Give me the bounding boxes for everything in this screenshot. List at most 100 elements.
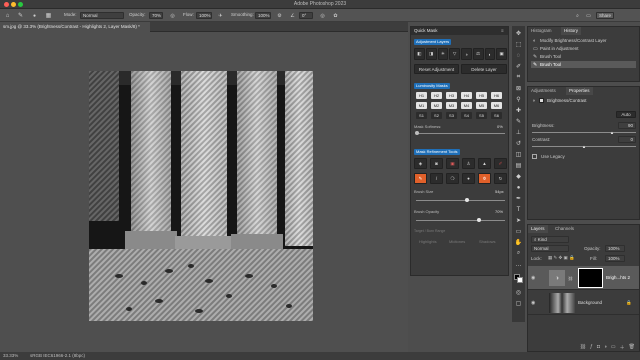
layer-row-background[interactable]: ◉ Background 🔒 bbox=[528, 291, 639, 315]
new-adjustment-icon[interactable]: ◑ bbox=[604, 344, 607, 352]
layer-opacity-input[interactable]: 100% bbox=[605, 245, 625, 252]
range-midtones[interactable]: Midtones bbox=[449, 239, 465, 244]
mask-softness-knob[interactable] bbox=[415, 131, 419, 135]
pencil-icon[interactable]: / bbox=[430, 173, 443, 184]
type-tool-icon[interactable]: T bbox=[514, 205, 523, 214]
invert-icon[interactable]: ▲ bbox=[478, 158, 491, 169]
eyedropper-tool-icon[interactable]: ⚲ bbox=[514, 95, 523, 104]
reset-adjustment-button[interactable]: Reset Adjustment bbox=[414, 64, 459, 74]
camera-icon[interactable]: ◙ bbox=[430, 158, 443, 169]
symmetry-icon[interactable]: ✿ bbox=[331, 11, 340, 20]
mask-h3-button[interactable]: H3 bbox=[446, 92, 457, 99]
move-tool-icon[interactable]: ✥ bbox=[514, 29, 523, 38]
frame-tool-icon[interactable]: ⊠ bbox=[514, 84, 523, 93]
shape-tool-icon[interactable]: ▭ bbox=[514, 227, 523, 236]
mask-s4-button[interactable]: S4 bbox=[461, 112, 472, 119]
document-tab[interactable]: sm.jpg @ 33.3% (Brightness/Contrast - Hi… bbox=[0, 22, 150, 32]
search-icon[interactable]: ⌕ bbox=[573, 11, 582, 20]
vibrance-icon[interactable]: ▽ bbox=[449, 48, 460, 60]
mode-select[interactable]: Normal bbox=[80, 11, 124, 19]
tab-channels[interactable]: Channels bbox=[552, 225, 577, 233]
hue-saturation-icon[interactable]: ◑ bbox=[461, 48, 472, 60]
layer-blend-mode[interactable]: Normal bbox=[531, 245, 569, 252]
clone-stamp-tool-icon[interactable]: ⊥ bbox=[514, 128, 523, 137]
background-color-swatch[interactable] bbox=[517, 277, 523, 283]
use-legacy-checkbox[interactable] bbox=[532, 154, 537, 159]
brightness-icon[interactable]: ☀ bbox=[437, 48, 449, 60]
brush-opacity-knob[interactable] bbox=[477, 218, 481, 222]
brush-size-slider[interactable] bbox=[416, 200, 505, 201]
share-button[interactable]: Share bbox=[596, 11, 614, 19]
brush-size-icon[interactable]: ● bbox=[30, 11, 39, 20]
quick-mask-mode-icon[interactable]: ◎ bbox=[514, 288, 523, 297]
brush-mode-icon[interactable]: ✎ bbox=[414, 173, 427, 184]
person-icon[interactable]: ♙ bbox=[462, 158, 475, 169]
auto-button[interactable]: Auto bbox=[616, 111, 636, 118]
tab-layers[interactable]: Layers bbox=[528, 225, 548, 233]
history-item[interactable]: Modify Brightness/Contrast Layer bbox=[531, 37, 636, 44]
brush-tool-icon[interactable]: ✎ bbox=[514, 117, 523, 126]
photo-filter-icon[interactable]: ▣ bbox=[496, 48, 507, 60]
brush-opacity-slider[interactable] bbox=[416, 220, 505, 221]
mask-s5-button[interactable]: S5 bbox=[476, 112, 487, 119]
history-item[interactable]: Paint in Adjustment bbox=[531, 45, 636, 52]
lock-icons[interactable]: ▦ ✎ ✥ ▣ 🔒 bbox=[548, 255, 575, 261]
brush-size-knob[interactable] bbox=[465, 198, 469, 202]
speech-icon[interactable]: ❍ bbox=[446, 173, 459, 184]
layer-name[interactable]: Background bbox=[578, 300, 602, 305]
mask-softness-slider[interactable] bbox=[416, 133, 505, 134]
home-icon[interactable]: ⌂ bbox=[3, 11, 12, 20]
document-image[interactable] bbox=[89, 71, 313, 321]
mask-h4-button[interactable]: H4 bbox=[461, 92, 472, 99]
dodge-icon[interactable]: ● bbox=[462, 173, 475, 184]
smoothing-options-icon[interactable]: ⚙ bbox=[275, 11, 284, 20]
opacity-input[interactable]: 70% bbox=[149, 11, 163, 19]
lasso-tool-icon[interactable]: ◌ bbox=[514, 51, 523, 60]
history-item-active[interactable]: Brush Tool bbox=[531, 61, 636, 68]
layer-mask-thumbnail[interactable] bbox=[578, 268, 603, 288]
mask-s1-button[interactable]: S1 bbox=[416, 112, 427, 119]
range-shadows[interactable]: Shadows bbox=[479, 239, 495, 244]
layer-name[interactable]: Brigh...hts 2 bbox=[606, 275, 630, 280]
eraser-icon[interactable]: ✐ bbox=[494, 158, 507, 169]
tab-properties[interactable]: Properties bbox=[566, 87, 593, 95]
layer-kind-filter[interactable]: ⌕ Kind bbox=[531, 236, 569, 243]
history-item[interactable]: Brush Tool bbox=[531, 53, 636, 60]
refresh-icon[interactable]: ↻ bbox=[494, 173, 507, 184]
mask-h5-button[interactable]: H5 bbox=[476, 92, 487, 99]
mask-h2-button[interactable]: H2 bbox=[431, 92, 442, 99]
contrast-input[interactable]: 0 bbox=[618, 136, 636, 143]
screen-mode-icon[interactable]: ▢ bbox=[514, 299, 523, 308]
layer-mask-icon[interactable]: ◈ bbox=[414, 158, 427, 169]
healing-tool-icon[interactable]: ✚ bbox=[514, 106, 523, 115]
burn-icon[interactable]: ✲ bbox=[478, 173, 491, 184]
brightness-input[interactable]: 90 bbox=[618, 122, 636, 129]
mask-s3-button[interactable]: S3 bbox=[446, 112, 457, 119]
record-icon[interactable]: ▣ bbox=[446, 158, 459, 169]
dodge-tool-icon[interactable]: ● bbox=[514, 183, 523, 192]
angle-icon[interactable]: ∠ bbox=[288, 11, 297, 20]
curves-icon[interactable]: ◨ bbox=[425, 48, 437, 60]
tab-history[interactable]: History bbox=[561, 27, 582, 35]
brush-settings-icon[interactable]: ▦ bbox=[44, 11, 53, 20]
mask-m2-button[interactable]: M2 bbox=[431, 102, 442, 109]
mask-thumbnail-icon[interactable] bbox=[539, 98, 544, 103]
eye-icon[interactable]: ◉ bbox=[531, 300, 535, 306]
mask-s6-button[interactable]: S6 bbox=[491, 112, 502, 119]
panel-menu-icon[interactable]: ≡ bbox=[501, 28, 504, 33]
new-group-icon[interactable]: ▭ bbox=[611, 344, 616, 352]
pressure-size-icon[interactable]: ◎ bbox=[318, 11, 327, 20]
more-tools-icon[interactable]: … bbox=[514, 260, 523, 269]
workspace-icon[interactable]: ▭ bbox=[584, 11, 593, 20]
fill-input[interactable]: 100% bbox=[605, 255, 625, 262]
mask-h6-button[interactable]: H6 bbox=[491, 92, 502, 99]
black-white-icon[interactable]: ◐ bbox=[484, 48, 496, 60]
pressure-opacity-icon[interactable]: ◎ bbox=[168, 11, 177, 20]
history-brush-tool-icon[interactable]: ↺ bbox=[514, 139, 523, 148]
layer-row-adjustment[interactable]: ◉ ◑ ⛓ Brigh...hts 2 bbox=[528, 266, 639, 290]
mask-m4-button[interactable]: M4 bbox=[461, 102, 472, 109]
smoothing-input[interactable]: 100% bbox=[255, 11, 271, 19]
airbrush-icon[interactable]: ✈ bbox=[216, 11, 225, 20]
levels-icon[interactable]: ◧ bbox=[414, 48, 425, 60]
mask-m1-button[interactable]: M1 bbox=[416, 102, 427, 109]
